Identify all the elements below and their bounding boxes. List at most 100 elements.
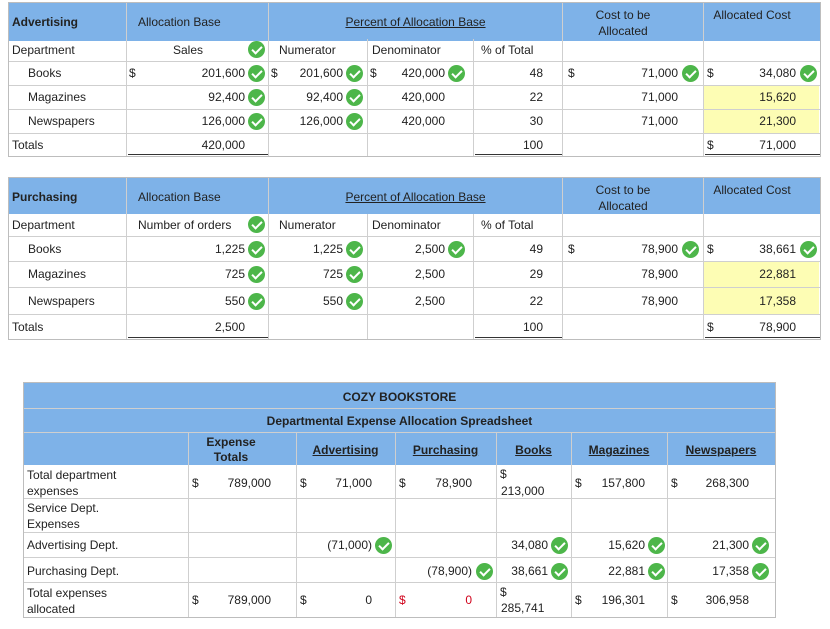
expense-total-value: 789,000: [227, 593, 271, 607]
check-icon: [346, 266, 363, 283]
allocated-value: 22,881: [759, 267, 796, 281]
numerator-value[interactable]: 92,400: [285, 90, 343, 104]
dollar-sign: $: [671, 593, 678, 607]
orders-value[interactable]: 1,225: [160, 242, 245, 256]
expense-total-value: 789,000: [227, 476, 271, 490]
dollar-sign: $: [192, 476, 199, 490]
denominator-value[interactable]: 420,000: [384, 114, 445, 128]
advertising-value: 71,000: [335, 476, 372, 490]
newspapers-value[interactable]: 17,358: [682, 564, 749, 578]
pct-value: 22: [529, 294, 543, 308]
check-icon: [375, 537, 392, 554]
sales-value[interactable]: 201,600: [160, 66, 245, 80]
base-name-sales: Sales: [172, 43, 203, 57]
denominator-value[interactable]: 2,500: [384, 267, 445, 281]
spreadsheet-subtitle: Departmental Expense Allocation Spreadsh…: [266, 414, 533, 428]
check-icon: [248, 216, 265, 233]
total-allocated-value: 78,900: [759, 320, 796, 334]
department-label: Department: [12, 218, 75, 232]
numerator-label: Numerator: [279, 218, 336, 232]
cost-value[interactable]: 71,000: [600, 66, 678, 80]
dept-name: Books: [28, 242, 62, 256]
row-label-purchasing-dept: Purchasing Dept.: [27, 564, 120, 578]
cost-value[interactable]: 78,900: [600, 267, 678, 281]
allocated-cost-header: Allocated Cost: [713, 183, 791, 197]
check-icon: [752, 563, 769, 580]
cost-value[interactable]: 71,000: [600, 90, 678, 104]
department-label: Department: [12, 43, 75, 57]
sales-value[interactable]: 126,000: [160, 114, 245, 128]
row-label-total-dept-expenses: Total department expenses: [27, 468, 117, 498]
check-icon: [648, 563, 665, 580]
dollar-sign: $: [500, 585, 507, 599]
cost-to-be-allocated-header: Cost to be Allocated: [595, 183, 651, 213]
allocated-value: 21,300: [759, 114, 796, 128]
numerator-value[interactable]: 201,600: [285, 66, 343, 80]
dept-name: Books: [28, 66, 62, 80]
check-icon: [682, 241, 699, 258]
check-icon: [448, 241, 465, 258]
numerator-value[interactable]: 725: [285, 267, 343, 281]
denominator-label: Denominator: [372, 43, 441, 57]
base-name-orders: Number of orders: [138, 218, 232, 232]
pct-value: 29: [529, 267, 543, 281]
denominator-value[interactable]: 420,000: [384, 90, 445, 104]
advertising-title: Advertising: [12, 15, 79, 29]
check-icon: [682, 65, 699, 82]
allocated-cost-header: Allocated Cost: [713, 8, 791, 22]
books-value[interactable]: 38,661: [500, 564, 548, 578]
check-icon: [248, 113, 265, 130]
sales-value[interactable]: 92,400: [160, 90, 245, 104]
cost-to-be-allocated-header: Cost to be Allocated: [595, 8, 651, 38]
numerator-value[interactable]: 126,000: [285, 114, 343, 128]
purchasing-value: 78,900: [435, 476, 472, 490]
dollar-sign: $: [399, 593, 406, 607]
numerator-value[interactable]: 550: [285, 294, 343, 308]
dollar-sign: $: [568, 66, 575, 80]
total-pct-value: 100: [522, 320, 543, 334]
purchasing-title: Purchasing: [12, 190, 78, 204]
col-newspapers: Newspapers: [685, 443, 757, 457]
check-icon: [648, 537, 665, 554]
orders-value[interactable]: 725: [160, 267, 245, 281]
cost-value[interactable]: 78,900: [600, 242, 678, 256]
check-icon: [248, 89, 265, 106]
dollar-sign: $: [575, 593, 582, 607]
company-name: COZY BOOKSTORE: [342, 390, 457, 404]
denominator-label: Denominator: [372, 218, 441, 232]
check-icon: [248, 41, 265, 58]
pct-value: 22: [529, 90, 543, 104]
dollar-sign: $: [707, 242, 714, 256]
allocation-base-header: Allocation Base: [138, 190, 221, 204]
books-value: 213,000: [501, 484, 545, 498]
dollar-sign: $: [192, 593, 199, 607]
denominator-value[interactable]: 420,000: [384, 66, 445, 80]
total-sales-value: 420,000: [201, 138, 245, 152]
magazines-value[interactable]: 22,881: [585, 564, 645, 578]
magazines-value[interactable]: 15,620: [585, 538, 645, 552]
dollar-sign: $: [707, 66, 714, 80]
newspapers-value: 268,300: [705, 476, 749, 490]
col-purchasing: Purchasing: [412, 443, 479, 457]
col-advertising: Advertising: [312, 443, 379, 457]
denominator-value[interactable]: 2,500: [384, 242, 445, 256]
numerator-value[interactable]: 1,225: [285, 242, 343, 256]
check-icon: [346, 293, 363, 310]
newspapers-value: 306,958: [705, 593, 749, 607]
cost-value[interactable]: 78,900: [600, 294, 678, 308]
percent-allocation-base-header: Percent of Allocation Base: [345, 190, 486, 204]
purchasing-value: 0: [465, 593, 472, 607]
books-value[interactable]: 34,080: [500, 538, 548, 552]
newspapers-value[interactable]: 21,300: [682, 538, 749, 552]
dept-name: Magazines: [28, 267, 87, 281]
allocated-value: 17,358: [759, 294, 796, 308]
denominator-value[interactable]: 2,500: [384, 294, 445, 308]
check-icon: [248, 241, 265, 258]
advertising-value[interactable]: (71,000): [310, 538, 372, 552]
cost-value[interactable]: 71,000: [600, 114, 678, 128]
purchasing-value[interactable]: (78,900): [410, 564, 472, 578]
orders-value[interactable]: 550: [160, 294, 245, 308]
allocation-base-header: Allocation Base: [138, 15, 221, 29]
books-value: 285,741: [501, 601, 545, 615]
total-allocated-value: 71,000: [759, 138, 796, 152]
